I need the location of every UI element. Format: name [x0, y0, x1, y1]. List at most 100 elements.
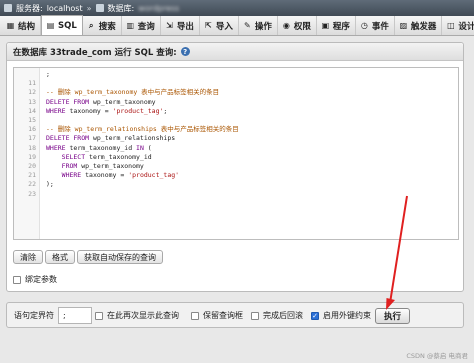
code-text: DELETE FROM wp_term_taxonomy: [46, 98, 156, 107]
code-token: taxonomy =: [65, 106, 113, 115]
sql-editor[interactable]: ; 11 12 -- 删除 wp_term_taxonomy 表中与产品标签相关的条目…: [13, 67, 459, 240]
designer-icon: ◫: [447, 20, 455, 30]
fk-checks-checkbox[interactable]: ✓: [311, 311, 319, 320]
tab-structure[interactable]: ▦ 结构: [2, 16, 42, 35]
code-text: WHERE taxonomy = 'product_tag';: [46, 107, 167, 116]
line-number: 23: [28, 189, 36, 198]
code-token: -- 删除 wp_term_relationships 表中与产品标签相关的条目: [46, 125, 239, 134]
tab-wrench[interactable]: ✎ 操作: [239, 16, 278, 35]
bind-parameters-label: 绑定参数: [25, 275, 57, 284]
code-text: ;: [46, 70, 50, 79]
breadcrumb-server[interactable]: localhost: [47, 4, 83, 13]
line-number: 16: [28, 125, 36, 134]
export-icon: ⇲: [165, 20, 173, 30]
show-again-label: 在此再次显示此查询: [107, 311, 179, 320]
line-number: 14: [28, 106, 36, 115]
fk-checks-option: ✓ 启用外键约束: [311, 310, 371, 321]
tab-label: 程序: [332, 21, 350, 32]
code-line: 18 WHERE term_taxonomy_id IN (: [14, 144, 458, 153]
line-number: 11: [28, 79, 36, 88]
retain-box-option: 保留查询框: [191, 310, 243, 321]
tab-export[interactable]: ⇲ 导出: [161, 16, 200, 35]
line-number: 18: [28, 143, 36, 152]
code-token: IN: [136, 143, 144, 152]
triggers-icon: ▨: [399, 20, 408, 30]
tab-bar: ▦结构▤SQL⌕搜索▥查询⇲导出⇱导入✎操作◉权限▣程序◷事件▨触发器◫设计器: [0, 15, 474, 36]
server-icon: [4, 4, 12, 12]
code-line: 22);: [14, 180, 458, 189]
structure-icon: ▦: [6, 20, 15, 30]
delimiter-label: 语句定界符: [14, 311, 54, 320]
breadcrumb: 服务器: localhost » 数据库: wordpress: [0, 0, 474, 16]
retain-box-checkbox[interactable]: [191, 311, 199, 320]
line-number: 19: [28, 152, 36, 161]
breadcrumb-database[interactable]: wordpress: [138, 4, 179, 13]
code-token: 'product_tag': [128, 171, 180, 180]
code-line: 23: [14, 190, 458, 199]
code-text: -- 删除 wp_term_taxonomy 表中与产品标签相关的条目: [46, 88, 219, 97]
format-button[interactable]: 格式: [45, 250, 75, 264]
line-number: 15: [28, 116, 36, 124]
code-line: 20 FROM wp_term_taxonomy: [14, 162, 458, 171]
tab-events[interactable]: ◷ 事件: [356, 16, 395, 35]
tab-search[interactable]: ⌕ 搜索: [83, 16, 122, 35]
code-token: term_taxonomy_id: [85, 152, 152, 161]
retain-box-label: 保留查询框: [203, 311, 243, 320]
tab-designer[interactable]: ◫设计器: [442, 16, 474, 35]
rollback-checkbox[interactable]: [251, 311, 259, 320]
code-token: WHERE: [46, 106, 66, 115]
code-token: DELETE FROM: [46, 134, 90, 143]
bind-parameters-checkbox[interactable]: [13, 275, 21, 284]
tab-routines[interactable]: ▣ 程序: [317, 16, 356, 35]
tab-label: 查询: [137, 21, 155, 32]
code-line: 16 -- 删除 wp_term_relationships 表中与产品标签相关的…: [14, 125, 458, 134]
panel-header: 在数据库 33trade_com 运行 SQL 查询: ?: [7, 43, 463, 61]
tab-triggers[interactable]: ▨ 触发器: [395, 16, 443, 35]
code-line: 12 -- 删除 wp_term_taxonomy 表中与产品标签相关的条目: [14, 88, 458, 97]
delimiter-input[interactable]: ;: [58, 307, 92, 324]
show-again-checkbox[interactable]: [95, 311, 103, 320]
tab-import[interactable]: ⇱ 导入: [200, 16, 239, 35]
code-line: 21 WHERE taxonomy = 'product_tag': [14, 171, 458, 180]
code-token: ;: [46, 70, 50, 78]
line-number: 21: [28, 171, 36, 180]
tab-label: 导入: [215, 21, 233, 32]
code-token: -- 删除 wp_term_taxonomy 表中与产品标签相关的条目: [46, 88, 220, 97]
panel-title: 在数据库 33trade_com 运行 SQL 查询:: [13, 47, 177, 58]
breadcrumb-separator: »: [86, 3, 92, 13]
breadcrumb-db-label: 数据库:: [107, 3, 135, 13]
code-line: 19 SELECT term_taxonomy_id: [14, 153, 458, 162]
line-number: 22: [28, 180, 36, 189]
code-token: ;: [163, 106, 168, 115]
query-options-bar: 语句定界符 ; 在此再次显示此查询 保留查询框 完成后回滚 ✓ 启用外键约束 执…: [6, 302, 464, 328]
database-icon: [95, 4, 104, 12]
fk-checks-label: 启用外键约束: [323, 311, 371, 320]
tab-privileges[interactable]: ◉ 权限: [278, 16, 317, 35]
code-token: SELECT: [61, 152, 86, 161]
code-token: );: [46, 180, 54, 189]
line-number: 13: [28, 97, 36, 106]
code-token: wp_term_taxonomy: [77, 162, 144, 170]
code-text: DELETE FROM wp_term_relationships: [46, 134, 175, 143]
breadcrumb-server-label: 服务器:: [16, 3, 43, 13]
code-token: taxonomy =: [81, 171, 129, 180]
code-line: 15: [14, 116, 458, 125]
watermark: CSDN @蔡启 电商君: [406, 352, 468, 360]
tab-label: 操作: [254, 21, 272, 32]
code-text: );: [46, 180, 54, 189]
go-button[interactable]: 执行: [375, 308, 411, 324]
bind-parameters-row: 绑定参数: [13, 274, 57, 285]
tab-label: 设计器: [458, 21, 474, 32]
clear-button[interactable]: 清除: [13, 250, 43, 264]
code-line: 11: [14, 79, 458, 88]
code-token: WHERE: [61, 171, 82, 180]
tab-query[interactable]: ▥ 查询: [122, 16, 161, 35]
code-line: 13 DELETE FROM wp_term_taxonomy: [14, 98, 458, 107]
code-token: FROM: [61, 162, 78, 170]
get-autosaved-query-button[interactable]: 获取自动保存的查询: [77, 250, 163, 264]
tab-sql[interactable]: ▤ SQL: [41, 15, 83, 35]
tab-label: 结构: [18, 21, 36, 32]
help-icon[interactable]: ?: [180, 47, 190, 56]
tab-label: SQL: [58, 20, 77, 31]
